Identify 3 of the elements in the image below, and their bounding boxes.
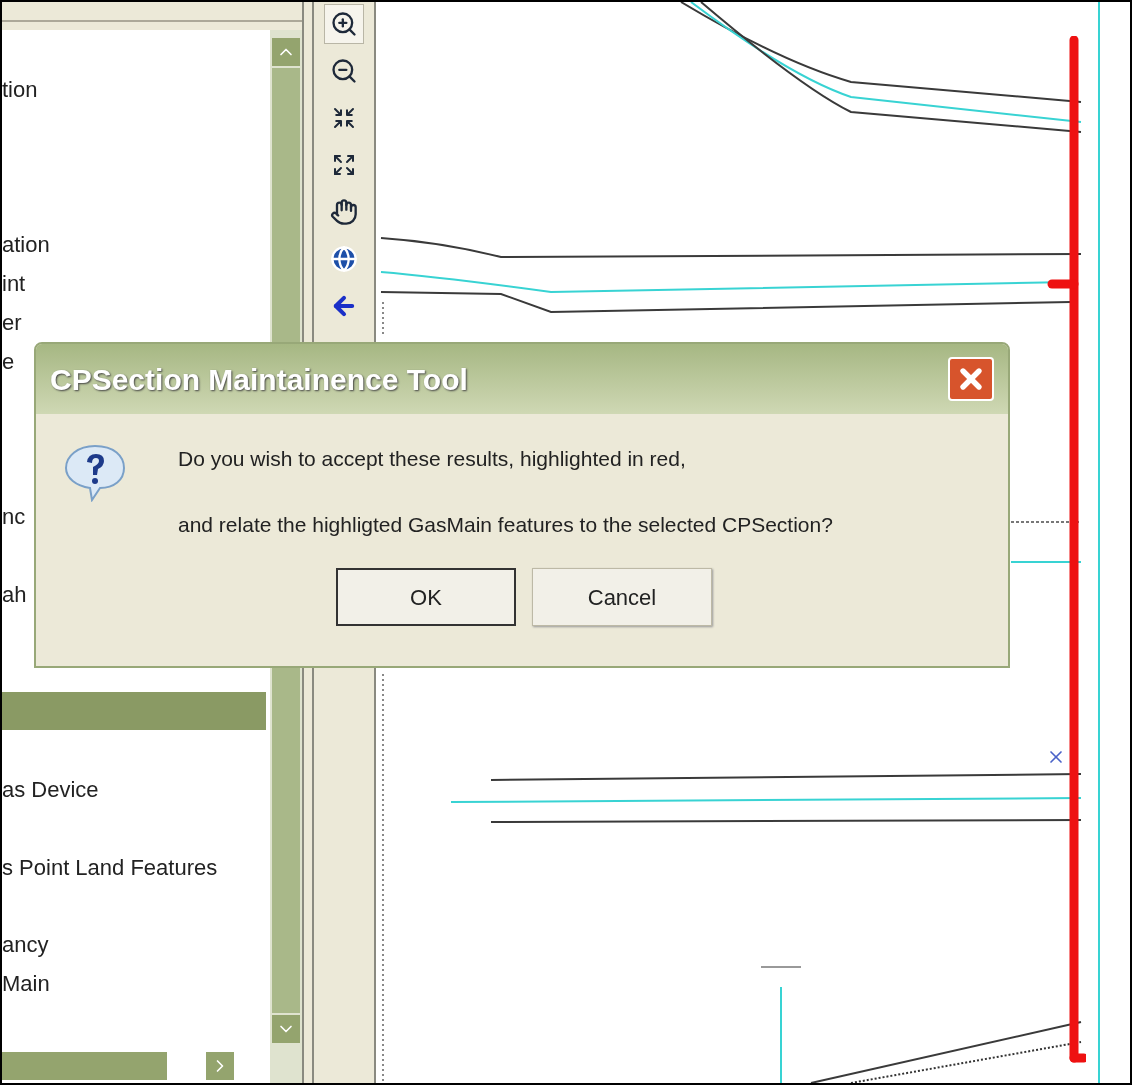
dialog-message: Do you wish to accept these results, highlighted in red, [178,446,687,472]
dialog-title: CPSection Maintainence Tool [50,361,468,398]
dialog-message: and relate the highligted GasMain features to the selected CPSection? [178,512,833,538]
